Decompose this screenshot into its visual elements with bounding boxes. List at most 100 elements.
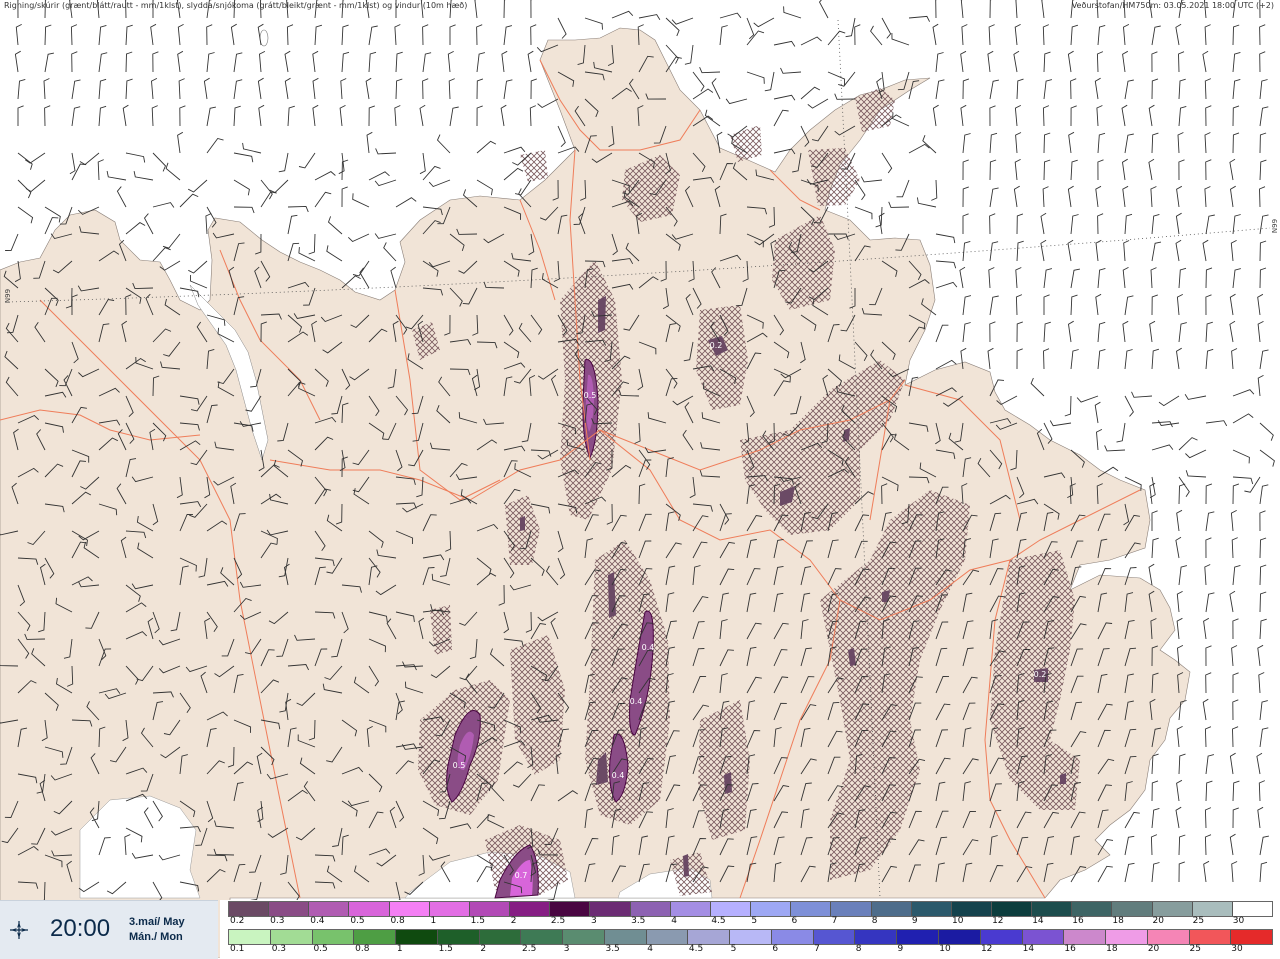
snow-swatch [951,902,992,916]
rain-swatch [563,930,605,944]
rain-swatch [1064,930,1107,944]
snow-swatch [871,902,912,916]
precip-value-label: 0.4 [612,771,625,780]
rain-label: 0.5 [313,944,328,954]
snow-label: 20 [1152,916,1164,926]
snow-swatch [550,902,591,916]
precip-legend: 0.2 0.3 0.4 0.5 0.8 1 1.5 2 2.5 3 3.5 4 4.5 5 6 7 8 9 10 12… [220,900,1280,958]
forecast-weekday: Mán./ Mon [129,931,183,943]
rain-scale-labels: 0.1 0.3 0.5 0.8 1 1.5 2 2.5 3 3.5 4 4.5 5 6 7 8 9 10 12 14 1… [228,944,1271,955]
precip-value-label: 0.7 [515,871,528,880]
map-canvas[interactable]: 0.2 0.5 0.4 0.4 0.5 0.4 0.7 0.2 [0,0,1280,958]
rain-label: 0.3 [271,944,287,954]
snow-swatch [630,902,671,916]
snow-label: 0.8 [390,916,405,926]
rain-swatch [1147,930,1190,944]
rain-label: 3.5 [605,944,620,954]
wind-vane-icon [10,921,28,939]
snow-label: 10 [951,916,964,926]
snow-swatch [469,902,511,916]
rain-swatch [1231,930,1273,944]
snow-label: 4 [671,916,677,926]
snow-swatch [831,902,872,916]
rain-label: 10 [939,944,951,954]
rain-swatch [437,930,480,944]
snow-swatch [1152,902,1193,916]
time-panel[interactable]: 20:00 3.maí/ May Mán./ Mon [0,900,218,959]
rain-label: 2 [480,944,487,954]
rain-swatch [1022,930,1065,944]
snow-swatch [429,902,470,916]
map-title: Rigning/skúrir (grænt/blátt/rautt - mm/1… [4,1,468,10]
snow-label: 1.5 [470,916,485,926]
precip-value-label: 0.4 [630,697,643,706]
rain-label: 16 [1064,944,1076,954]
forecast-time: 20:00 [50,915,111,942]
rain-label: 12 [980,944,993,954]
precip-value-label: 0.5 [584,391,597,400]
snow-label: 0.4 [310,916,325,926]
rain-swatch [1106,930,1148,944]
snow-label: 1 [430,916,437,926]
snow-label: 2.5 [550,916,566,926]
rain-swatch [813,930,856,944]
snow-swatch [1032,902,1073,916]
rain-swatch [646,930,689,944]
precip-value-label: 0.2 [710,341,723,350]
rain-label: 25 [1189,944,1201,954]
rain-swatch [396,930,438,944]
snow-swatch [991,902,1033,916]
rain-label: 4.5 [688,944,704,954]
rain-swatch [855,930,898,944]
rain-label: 8 [855,944,862,954]
rain-swatch [604,930,647,944]
snow-label: 16 [1072,916,1084,926]
rain-label: 2.5 [522,944,537,954]
snow-label: 5 [751,916,758,926]
snow-label: 3.5 [631,916,646,926]
rain-swatch [688,930,731,944]
rain-label: 9 [897,944,904,954]
lat-label-left: N99 [4,288,13,304]
snow-swatch [791,902,832,916]
snow-label: 0.3 [270,916,285,926]
snow-swatch [309,902,350,916]
snow-swatch [229,902,270,916]
snow-swatch [751,902,792,916]
snow-scale-labels: 0.2 0.3 0.4 0.5 0.8 1 1.5 2 2.5 3 3.5 4 4.5 5 6 7 8 9 10 12… [228,916,1271,927]
snow-label: 0.2 [230,916,245,926]
snow-swatch [1192,902,1233,916]
rain-label: 4 [647,944,653,954]
rain-swatch [980,930,1023,944]
rain-label: 30 [1231,944,1243,954]
rain-label: 18 [1106,944,1118,954]
snow-label: 2 [510,916,517,926]
snow-swatch [670,902,711,916]
rain-label: 5 [730,944,737,954]
rain-swatch [521,930,564,944]
snow-label: 6 [791,916,798,926]
precip-value-label: 0.5 [453,761,466,770]
snow-label: 8 [871,916,878,926]
rain-label: 7 [814,944,820,954]
snow-label: 4.5 [711,916,726,926]
rain-label: 0.8 [355,944,370,954]
snow-label: 12 [992,916,1004,926]
snow-swatch [1072,902,1113,916]
snow-color-scale [228,901,1273,917]
rain-label: 1 [396,944,403,954]
rain-label: 14 [1022,944,1035,954]
rain-label: 6 [772,944,779,954]
precip-value-label: 0.4 [642,643,655,652]
snow-swatch [1232,902,1273,916]
snow-label: 3 [590,916,597,926]
snow-label: 9 [911,916,918,926]
rain-swatch [229,930,271,944]
rain-swatch [479,930,522,944]
snow-label: 18 [1112,916,1124,926]
rain-label: 3 [563,944,570,954]
rain-swatch [312,930,355,944]
rain-swatch [897,930,940,944]
snow-swatch [269,902,310,916]
rain-label: 1.5 [438,944,453,954]
